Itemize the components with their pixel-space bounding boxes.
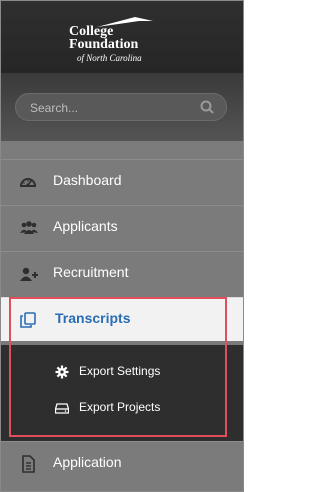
- menu-label-transcripts: Transcripts: [55, 310, 131, 326]
- submenu-item-export-projects[interactable]: Export Projects: [1, 391, 243, 425]
- menu-label-applicants: Applicants: [53, 218, 118, 234]
- menu-item-dashboard[interactable]: Dashboard: [1, 159, 243, 203]
- document-icon: [22, 455, 35, 473]
- search-icon[interactable]: [200, 100, 214, 114]
- menu-item-applicants[interactable]: Applicants: [1, 205, 243, 249]
- hard-drive-icon: [55, 403, 69, 414]
- cfnc-logo[interactable]: College Foundation of North Carolina: [69, 15, 179, 65]
- search-box[interactable]: [15, 93, 227, 121]
- users-icon: [20, 221, 38, 234]
- submenu-label-export-settings: Export Settings: [79, 364, 161, 378]
- app-header: College Foundation of North Carolina: [1, 1, 243, 73]
- transcripts-submenu: Export Settings Export Projects: [1, 345, 243, 441]
- menu-item-transcripts[interactable]: Transcripts: [1, 297, 243, 341]
- logo-line-2: Foundation: [69, 37, 139, 52]
- copy-icon: [20, 312, 36, 328]
- menu-spacer: [1, 141, 243, 159]
- dashboard-icon: [19, 178, 37, 187]
- menu-item-application[interactable]: Application: [1, 441, 243, 491]
- menu-label-dashboard: Dashboard: [53, 172, 122, 188]
- search-input[interactable]: [28, 99, 192, 117]
- submenu-label-export-projects: Export Projects: [79, 400, 161, 414]
- gear-icon: [55, 365, 69, 379]
- submenu-item-export-settings[interactable]: Export Settings: [1, 355, 243, 389]
- search-area: [1, 73, 243, 141]
- logo-line-3: of North Carolina: [77, 53, 142, 63]
- sidebar: College Foundation of North Carolina Das…: [0, 0, 244, 492]
- menu-label-recruitment: Recruitment: [53, 264, 129, 280]
- add-user-icon: [20, 267, 38, 281]
- menu-label-application: Application: [53, 454, 122, 470]
- menu-item-recruitment[interactable]: Recruitment: [1, 251, 243, 295]
